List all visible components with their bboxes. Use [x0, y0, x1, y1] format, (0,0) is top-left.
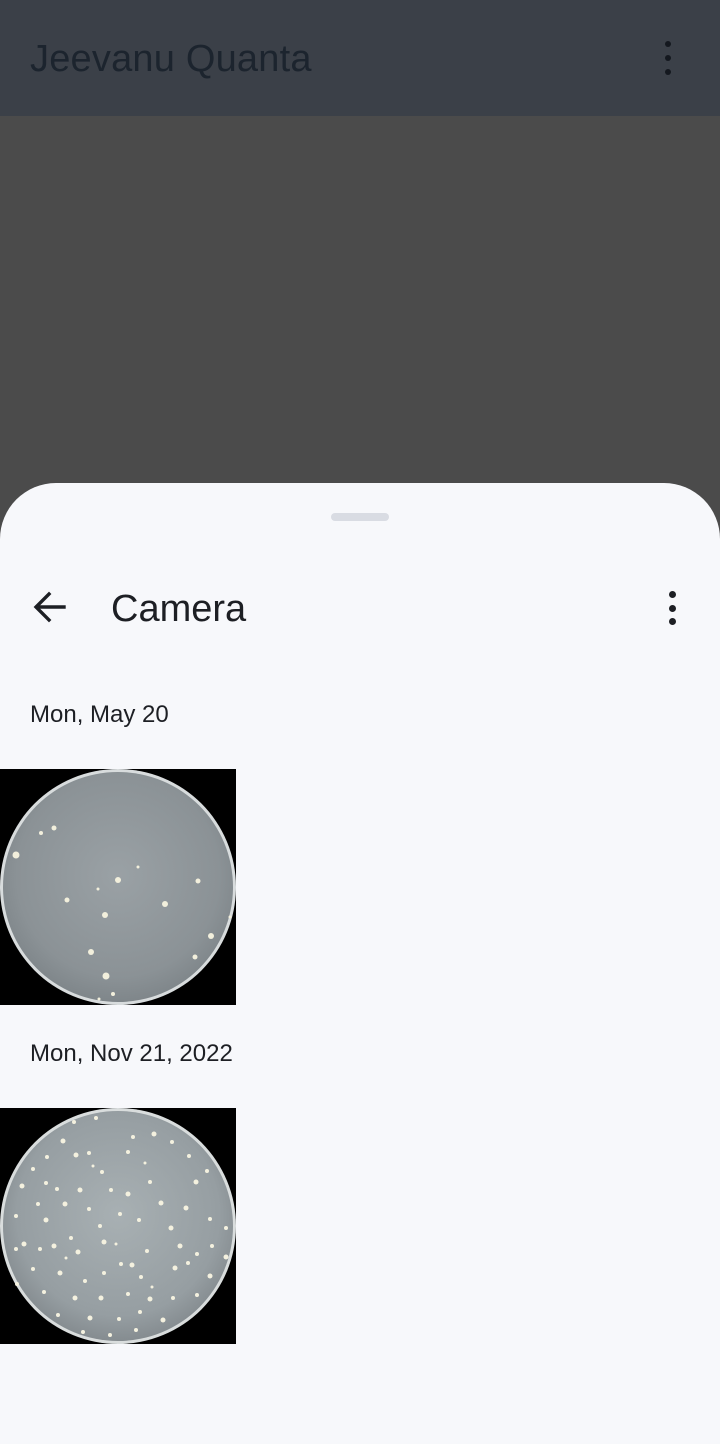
more-dot — [668, 618, 676, 625]
petri-dish-image — [0, 769, 236, 1005]
petri-dish-image — [0, 1108, 236, 1344]
app-title: Jeevanu Quanta — [30, 38, 312, 80]
more-vert-icon[interactable] — [660, 591, 684, 625]
more-dot — [668, 604, 676, 612]
more-dot — [668, 591, 676, 598]
app-bar: Jeevanu Quanta — [0, 0, 720, 116]
album-title: Camera — [111, 588, 247, 630]
date-header: Mon, May 20 — [30, 701, 169, 728]
scrim[interactable] — [0, 116, 720, 484]
back-button[interactable] — [28, 585, 72, 629]
photo-thumbnail[interactable] — [0, 1108, 236, 1344]
more-dot — [665, 41, 671, 47]
arrow-back-icon — [33, 591, 66, 623]
date-header: Mon, Nov 21, 2022 — [30, 1040, 233, 1067]
photo-picker-sheet: Camera Mon, May 20 Mon, Nov 21, 2022 — [0, 483, 720, 1444]
more-vert-icon[interactable] — [656, 41, 680, 75]
more-dot — [665, 69, 671, 75]
photo-thumbnail[interactable] — [0, 769, 236, 1005]
more-dot — [665, 55, 671, 61]
drag-handle[interactable] — [331, 513, 389, 521]
